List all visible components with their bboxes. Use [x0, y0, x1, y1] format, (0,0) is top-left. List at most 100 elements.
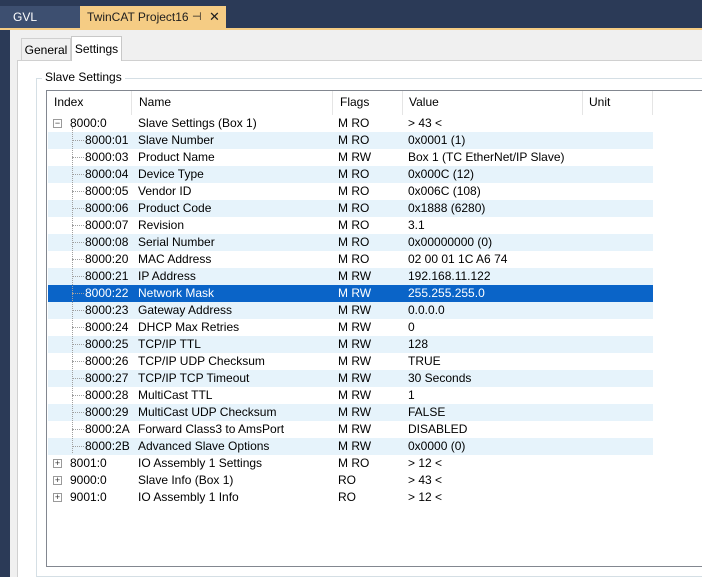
cell-index: 8000:05 [85, 184, 129, 198]
cell-index: 8000:03 [85, 150, 129, 164]
tab-settings[interactable]: Settings [71, 36, 122, 61]
cell-name: Network Mask [138, 286, 215, 300]
table-row[interactable]: 8000:01 Slave Number M RO 0x0001 (1) [48, 132, 653, 149]
cell-index: 8000:23 [85, 303, 129, 317]
cell-name: Vendor ID [138, 184, 192, 198]
cell-flags: RO [338, 473, 356, 487]
cell-flags: M RO [338, 133, 370, 147]
table-row[interactable]: 8000:28 MultiCast TTL M RW 1 [48, 387, 653, 404]
table-row[interactable]: 8000:2A Forward Class3 to AmsPort M RW DISA… [48, 421, 653, 438]
cell-name: TCP/IP TTL [138, 337, 201, 351]
cell-name: Forward Class3 to AmsPort [138, 422, 285, 436]
column-header-value[interactable]: Value [409, 91, 439, 115]
table-row[interactable]: 8000:2B Advanced Slave Options M RW 0x0000 … [48, 438, 653, 455]
collapse-icon[interactable]: − [53, 119, 62, 128]
column-header-unit[interactable]: Unit [589, 91, 610, 115]
cell-index: 8000:07 [85, 218, 129, 232]
cell-name: Product Name [138, 150, 215, 164]
tree-connector [72, 174, 84, 175]
cell-value: 3.1 [408, 218, 425, 232]
cell-flags: M RW [338, 371, 372, 385]
cell-flags: M RW [338, 269, 372, 283]
cell-flags: M RW [338, 388, 372, 402]
cell-flags: M RO [338, 184, 370, 198]
table-row[interactable]: 8000:27 TCP/IP TCP Timeout M RW 30 Seconds [48, 370, 653, 387]
cell-value: DISABLED [408, 422, 468, 436]
table-row[interactable]: 8000:26 TCP/IP UDP Checksum M RW TRUE [48, 353, 653, 370]
cell-name: Device Type [138, 167, 204, 181]
table-row[interactable]: 8000:05 Vendor ID M RO 0x006C (108) [48, 183, 653, 200]
cell-index: 8000:26 [85, 354, 129, 368]
table-row[interactable]: 8000:21 IP Address M RW 192.168.11.122 [48, 268, 653, 285]
expand-icon[interactable]: + [53, 493, 62, 502]
cell-index: 8000:04 [85, 167, 129, 181]
column-divider[interactable] [402, 91, 403, 115]
expand-icon[interactable]: + [53, 459, 62, 468]
cell-flags: M RO [338, 456, 370, 470]
tab-gvl[interactable]: GVL [0, 6, 80, 28]
table-row[interactable]: 8000:06 Product Code M RO 0x1888 (6280) [48, 200, 653, 217]
cell-value: 1 [408, 388, 415, 402]
column-header-index[interactable]: Index [54, 91, 83, 115]
column-divider[interactable] [652, 91, 653, 115]
cell-index: 8000:08 [85, 235, 129, 249]
tree-connector [72, 412, 84, 413]
table-row[interactable]: +8001:0 IO Assembly 1 Settings M RO > 12 < [48, 455, 653, 472]
table-row[interactable]: 8000:08 Serial Number M RO 0x00000000 (0) [48, 234, 653, 251]
cell-flags: M RO [338, 167, 370, 181]
table-row[interactable]: 8000:20 MAC Address M RO 02 00 01 1C A6 74 [48, 251, 653, 268]
cell-index: 8000:06 [85, 201, 129, 215]
cell-value: 0 [408, 320, 415, 334]
cell-index: 8000:0 [70, 116, 107, 130]
cell-name: Slave Info (Box 1) [138, 473, 234, 487]
table-row[interactable]: +9000:0 Slave Info (Box 1) RO > 43 < [48, 472, 653, 489]
column-header-name[interactable]: Name [139, 91, 171, 115]
cell-flags: M RO [338, 235, 370, 249]
table-row[interactable]: 8000:23 Gateway Address M RW 0.0.0.0 [48, 302, 653, 319]
tree-connector [72, 361, 84, 362]
cell-name: IO Assembly 1 Info [138, 490, 239, 504]
cell-flags: M RW [338, 150, 372, 164]
cell-name: IO Assembly 1 Settings [138, 456, 263, 470]
cell-name: Slave Settings (Box 1) [138, 116, 257, 130]
cell-name: Serial Number [138, 235, 215, 249]
column-divider[interactable] [131, 91, 132, 115]
cell-index: 8000:24 [85, 320, 129, 334]
column-divider[interactable] [332, 91, 333, 115]
cell-value: 0x1888 (6280) [408, 201, 486, 215]
cell-value: 0x00000000 (0) [408, 235, 493, 249]
pin-icon[interactable]: ⊣ [192, 6, 202, 28]
cell-value: 255.255.255.0 [408, 286, 485, 300]
cell-value: 128 [408, 337, 429, 351]
cell-value: 0x000C (12) [408, 167, 475, 181]
column-header-flags[interactable]: Flags [340, 91, 369, 115]
table-row[interactable]: +9001:0 IO Assembly 1 Info RO > 12 < [48, 489, 653, 506]
cell-index: 8000:20 [85, 252, 129, 266]
cell-flags: M RW [338, 405, 372, 419]
cell-flags: M RW [338, 337, 372, 351]
cell-value: 0x006C (108) [408, 184, 481, 198]
cell-index: 9001:0 [70, 490, 107, 504]
cell-name: MAC Address [138, 252, 212, 266]
column-divider[interactable] [582, 91, 583, 115]
cell-index: 8000:2B [85, 439, 130, 453]
cell-flags: M RO [338, 252, 370, 266]
cell-index: 8001:0 [70, 456, 107, 470]
tree-connector [72, 310, 84, 311]
table-row[interactable]: 8000:24 DHCP Max Retries M RW 0 [48, 319, 653, 336]
table-row[interactable]: 8000:04 Device Type M RO 0x000C (12) [48, 166, 653, 183]
tab-twincat-project[interactable]: TwinCAT Project16 ⊣ ✕ [80, 6, 226, 28]
expand-icon[interactable]: + [53, 476, 62, 485]
tab-general[interactable]: General [21, 38, 71, 60]
cell-name: IP Address [138, 269, 196, 283]
table-row[interactable]: 8000:22 Network Mask M RW 255.255.255.0 [48, 285, 653, 302]
cell-value: > 43 < [408, 116, 443, 130]
cell-index: 8000:27 [85, 371, 129, 385]
table-row[interactable]: 8000:07 Revision M RO 3.1 [48, 217, 653, 234]
table-row[interactable]: 8000:03 Product Name M RW Box 1 (TC EtherNe… [48, 149, 653, 166]
table-row[interactable]: 8000:25 TCP/IP TTL M RW 128 [48, 336, 653, 353]
close-icon[interactable]: ✕ [209, 6, 220, 28]
table-row[interactable]: 8000:29 MultiCast UDP Checksum M RW FALSE [48, 404, 653, 421]
table-row[interactable]: −8000:0 Slave Settings (Box 1) M RO > 43 < [48, 115, 653, 132]
cell-name: TCP/IP UDP Checksum [138, 354, 265, 368]
